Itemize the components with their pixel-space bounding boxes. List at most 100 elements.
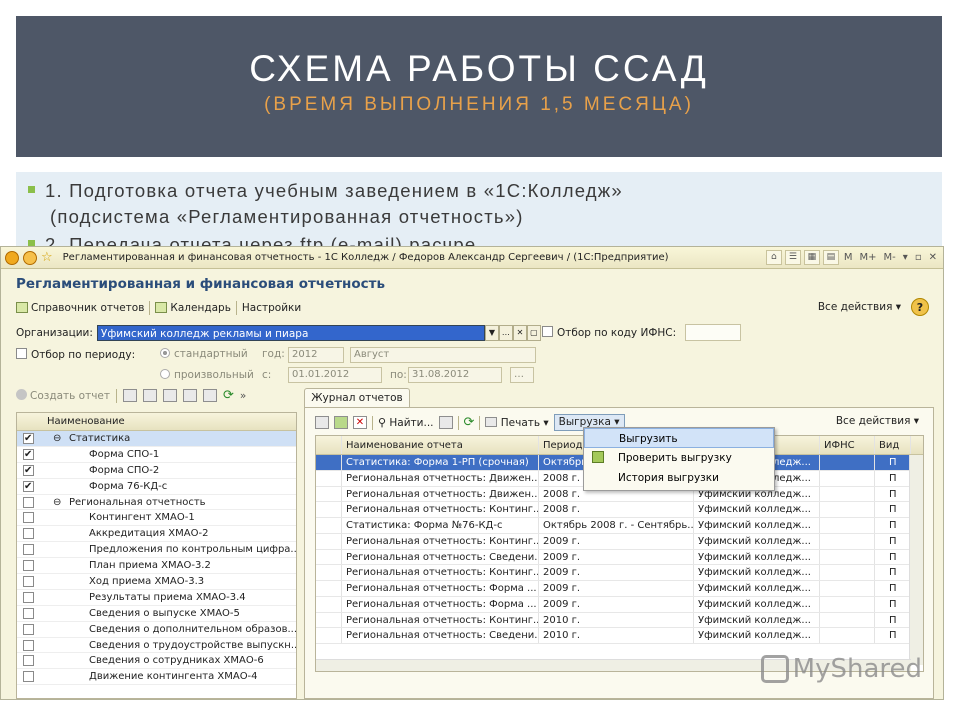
edit-icon[interactable] [163, 389, 177, 402]
ifns-filter-checkbox[interactable]: Отбор по коду ИФНС: [542, 326, 676, 339]
tree-checkbox[interactable] [23, 671, 34, 683]
clear-icon[interactable]: ✕ [512, 325, 527, 341]
column-header-name[interactable]: Наименование отчета [342, 436, 539, 454]
home-icon[interactable]: ⌂ [765, 250, 782, 265]
tree-checkbox[interactable] [23, 560, 34, 572]
all-actions-menu[interactable]: Все действия ▾ [818, 301, 901, 313]
table-row[interactable]: Региональная отчетность: Континг... 2009 … [316, 533, 923, 550]
minimize-button[interactable]: ▾ [901, 252, 910, 263]
dropdown-arrow-icon[interactable]: ▼ [484, 325, 499, 341]
menu-item-export-history[interactable]: История выгрузки [584, 468, 774, 488]
tree-checkbox[interactable] [23, 463, 34, 478]
expand-panel-icon[interactable]: » [240, 390, 246, 402]
tree-row[interactable]: Форма 76-КД-с [17, 479, 296, 495]
menu-item-export[interactable]: Выгрузить [584, 428, 774, 448]
memory-plus-button[interactable]: M+ [858, 252, 879, 263]
memory-minus-button[interactable]: M- [882, 252, 898, 263]
tree-row[interactable]: Предложения по контрольным цифра... [17, 542, 296, 559]
menu-item-check-export[interactable]: Проверить выгрузку [584, 448, 774, 468]
table-row[interactable]: Региональная отчетность: Форма ... 2009 г… [316, 596, 923, 613]
favorites-star-icon[interactable]: ☆ [41, 250, 53, 265]
radio-custom[interactable]: произвольный [160, 369, 254, 381]
tree-checkbox[interactable] [23, 623, 34, 635]
checkbox[interactable] [542, 326, 553, 337]
find-button[interactable]: ⚲ Найти... [378, 416, 434, 429]
tab-report-journal[interactable]: Журнал отчетов [304, 388, 410, 408]
table-row[interactable]: Региональная отчетность: Форма ... 2009 г… [316, 581, 923, 597]
tree-row[interactable]: Форма СПО-1 [17, 447, 296, 463]
period-select-button[interactable]: … [510, 367, 534, 383]
table-row[interactable]: Региональная отчетность: Континг... 2009 … [316, 565, 923, 581]
tree-row[interactable]: Аккредитация ХМАО-2 [17, 526, 296, 543]
help-icon[interactable]: ? [911, 298, 929, 316]
tree-row[interactable]: Контингент ХМАО-1 [17, 510, 296, 527]
tree-row[interactable]: Сведения о трудоустройстве выпускн... [17, 638, 296, 654]
vertical-scrollbar[interactable] [909, 455, 923, 665]
tree-checkbox[interactable] [23, 447, 34, 462]
tree-checkbox[interactable] [23, 591, 34, 603]
memory-button[interactable]: M [842, 252, 855, 263]
create-report-button[interactable]: Создать отчет [16, 389, 110, 402]
date-from-input[interactable]: 01.01.2012 [288, 367, 382, 383]
add-icon[interactable] [315, 416, 329, 429]
tree-row[interactable]: Сведения о дополнительном образов... [17, 622, 296, 638]
tree-checkbox[interactable] [23, 655, 34, 667]
tree-row[interactable]: План приема ХМАО-3.2 [17, 558, 296, 575]
delete-icon[interactable] [183, 389, 197, 402]
column-header-ifns[interactable]: ИФНС [820, 436, 875, 454]
checkbox[interactable] [16, 348, 27, 359]
collapse-icon[interactable]: ⊖ [53, 431, 61, 446]
table-row[interactable]: Региональная отчетность: Сведени... 2009 … [316, 549, 923, 566]
clear-filter-icon[interactable] [438, 416, 453, 429]
organization-input[interactable]: Уфимский колледж рекламы и пиара [96, 325, 485, 341]
tree-row[interactable]: Движение контингента ХМАО-4 [17, 669, 296, 686]
tree-checkbox[interactable] [23, 496, 34, 508]
tree-row[interactable]: Форма СПО-2 [17, 463, 296, 479]
radio-button[interactable] [160, 369, 170, 379]
tree-row[interactable]: Сведения о сотрудниках ХМАО-6 [17, 653, 296, 670]
move-icon[interactable] [203, 389, 217, 402]
ifns-code-input[interactable] [685, 324, 741, 341]
tree-checkbox[interactable] [23, 528, 34, 540]
refresh-icon[interactable]: ⟳ [223, 388, 234, 403]
journal-all-actions-menu[interactable]: Все действия ▾ [836, 415, 919, 427]
tree-expand-icon[interactable] [123, 389, 137, 402]
tree-row[interactable]: Сведения о выпуске ХМАО-5 [17, 606, 296, 622]
period-filter-checkbox[interactable]: Отбор по периоду: [16, 348, 135, 361]
radio-button[interactable] [160, 348, 170, 358]
tree-checkbox[interactable] [23, 479, 34, 494]
print-button[interactable]: Печать ▾ [485, 416, 549, 429]
year-input[interactable]: 2012 [288, 347, 344, 363]
month-input[interactable]: Август [350, 347, 536, 363]
tree-checkbox[interactable] [23, 576, 34, 588]
tree-checkbox[interactable] [23, 512, 34, 524]
calculator-icon[interactable]: ▤ [822, 250, 839, 265]
edit-icon[interactable] [334, 416, 348, 429]
calendar-button[interactable]: Календарь [155, 302, 231, 314]
tree-checkbox[interactable] [23, 639, 34, 651]
table-row[interactable]: Региональная отчетность: Континг... 2010 … [316, 612, 923, 629]
settings-button[interactable]: Настройки [242, 302, 301, 314]
main-menu-icon[interactable] [23, 250, 37, 265]
tree-checkbox[interactable] [23, 431, 34, 446]
tree-row[interactable]: Ход приема ХМАО-3.3 [17, 574, 296, 590]
tree-checkbox[interactable] [23, 544, 34, 556]
refresh-icon[interactable]: ⟳ [464, 415, 475, 430]
history-icon[interactable]: ☰ [784, 250, 801, 265]
copy-icon[interactable] [143, 389, 157, 402]
tree-row[interactable]: ⊖ Региональная отчетность [17, 495, 296, 511]
tree-row[interactable]: ⊖ Статистика [17, 431, 296, 447]
reports-directory-button[interactable]: Справочник отчетов [16, 302, 144, 314]
open-icon[interactable]: ▢ [526, 325, 541, 341]
tree-row[interactable]: Результаты приема ХМАО-3.4 [17, 590, 296, 606]
collapse-icon[interactable]: ⊖ [53, 495, 61, 510]
date-to-input[interactable]: 31.08.2012 [408, 367, 502, 383]
select-ellipsis-button[interactable]: … [498, 325, 513, 341]
table-row[interactable]: Региональная отчетность: Сведени... 2010 … [316, 628, 923, 644]
radio-standard[interactable]: стандартный [160, 348, 248, 360]
table-row[interactable]: Региональная отчетность: Континг... 2008 … [316, 502, 923, 518]
tree-checkbox[interactable] [23, 607, 34, 619]
close-button[interactable]: ✕ [927, 252, 939, 263]
delete-icon[interactable]: ✕ [353, 416, 367, 429]
column-header-type[interactable]: Вид [875, 436, 911, 454]
